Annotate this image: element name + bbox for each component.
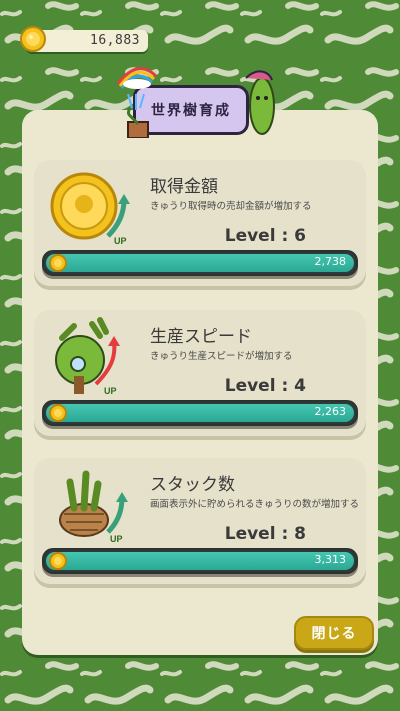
upgrade-description: きゅうり生産スピードが増加する <box>150 351 293 362</box>
buy-upgrade-button[interactable]: 2,738 <box>42 250 358 276</box>
buy-button-fill <box>46 404 354 422</box>
upgrade-price: 3,313 <box>314 553 347 566</box>
upgrade-card-income: UP 取得金額 きゅうり取得時の売却金額が増加する Level : 6 2,73… <box>34 160 366 286</box>
tree-speed-up-icon: UP <box>55 317 120 396</box>
svg-text:UP: UP <box>104 386 117 396</box>
buy-upgrade-button[interactable]: 3,313 <box>42 548 358 574</box>
close-button-label: 閉じる <box>311 626 357 642</box>
gold-coin-icon <box>49 552 67 570</box>
watering-can-rainbow-icon <box>116 67 158 138</box>
upgrade-name: 生産スピード <box>150 327 252 347</box>
gold-coin-icon <box>20 26 46 52</box>
gold-coin-icon <box>49 254 67 272</box>
svg-text:UP: UP <box>110 534 123 544</box>
close-button[interactable]: 閉じる <box>294 616 374 650</box>
upgrade-description: 画面表示外に貯められるきゅうりの数が増加する <box>150 499 360 510</box>
gold-coin-icon <box>49 404 67 422</box>
buy-button-fill <box>46 552 354 570</box>
cucumber-character-icon <box>245 70 275 135</box>
coin-amount: 16,883 <box>90 33 140 48</box>
basket-stack-up-icon: UP <box>59 470 128 544</box>
buy-button-fill <box>46 254 354 272</box>
upgrade-price: 2,263 <box>314 405 347 418</box>
page-title: 世界樹育成 <box>151 103 231 119</box>
upgrade-card-speed: UP 生産スピード きゅうり生産スピードが増加する Level : 4 2,26… <box>34 310 366 436</box>
svg-text:UP: UP <box>114 236 127 246</box>
upgrade-name: スタック数 <box>150 475 235 495</box>
upgrade-name: 取得金額 <box>150 177 218 197</box>
upgrade-level: Level : 4 <box>224 376 306 396</box>
upgrade-price: 2,738 <box>314 255 347 268</box>
upgrade-level: Level : 6 <box>224 226 306 246</box>
buy-upgrade-button[interactable]: 2,263 <box>42 400 358 426</box>
upgrade-level: Level : 8 <box>224 524 306 544</box>
upgrade-card-stack: UP スタック数 画面表示外に貯められるきゅうりの数が増加する Level : … <box>34 458 366 584</box>
upgrade-description: きゅうり取得時の売却金額が増加する <box>150 201 312 212</box>
gold-medal-up-icon: UP <box>50 172 130 246</box>
